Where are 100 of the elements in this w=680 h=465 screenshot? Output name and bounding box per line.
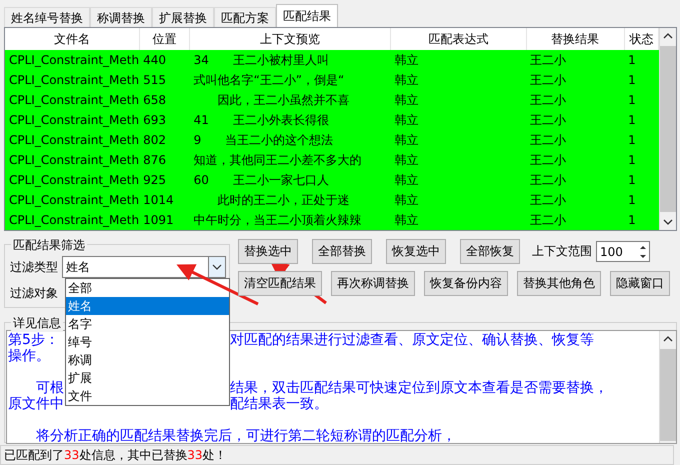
- table-cell: 1: [624, 130, 658, 150]
- filter-type-dropdown[interactable]: 姓名: [62, 256, 226, 278]
- detail-text: 将分析正确的匹配结果替换完后，可进行第二轮短称谓的匹配分析，: [35, 428, 456, 443]
- chevron-up-icon[interactable]: [663, 31, 673, 41]
- dropdown-item[interactable]: 扩展: [66, 369, 229, 387]
- action-button[interactable]: 全部恢复: [460, 239, 520, 264]
- table-cell: 王二小: [526, 50, 624, 70]
- table-cell: 中午时分，当王二小顶着火辣辣: [190, 210, 391, 230]
- chevron-up-icon[interactable]: [663, 334, 673, 344]
- detail-text: 结果，双击匹配结果可快速定位到原文本查看是否需要替换，: [230, 380, 608, 396]
- action-button[interactable]: 替换其他角色: [517, 271, 601, 296]
- table-cell: 1: [624, 170, 658, 190]
- table-cell: 王二小: [526, 110, 624, 130]
- table-cell: CPLI_Constraint_Meth: [5, 210, 140, 230]
- group-title: 详见信息: [11, 315, 63, 332]
- dropdown-item[interactable]: 姓名: [66, 297, 229, 315]
- dropdown-item[interactable]: 称调: [66, 351, 229, 369]
- table-cell: 60 王二小一家七口人: [190, 170, 391, 190]
- chevron-down-icon[interactable]: [663, 217, 673, 227]
- table-cell: 韩立: [390, 170, 526, 190]
- action-button[interactable]: 恢复备份内容: [424, 271, 508, 296]
- table-row[interactable]: CPLI_Constraint_Meth 440 34 王二小被村里人叫 韩立 王二小 1: [5, 50, 658, 70]
- table-row[interactable]: CPLI_Constraint_Meth 925 60 王二小一家七口人 韩立 王二小 1: [5, 170, 658, 190]
- table-cell: 王二小: [526, 210, 624, 230]
- status-bar: 已匹配到了33处信息，其中已替换33处！: [0, 445, 674, 465]
- detail-text: 可根: [35, 380, 64, 396]
- table-row[interactable]: CPLI_Constraint_Meth 1014 此时的王二小，正处于迷 韩立 王二小 1: [5, 190, 658, 210]
- table-row[interactable]: CPLI_Constraint_Meth 693 41 王二小外表长得很 韩立 王二小 1: [5, 110, 658, 130]
- table-cell: 34 王二小被村里人叫: [190, 50, 391, 70]
- table-cell: 41 王二小外表长得很: [190, 110, 391, 130]
- table-cell: 韩立: [390, 150, 526, 170]
- action-button[interactable]: 再次称调替换: [331, 271, 415, 296]
- table-cell: 韩立: [390, 70, 526, 90]
- table-cell: 王二小: [526, 90, 624, 110]
- dropdown-item[interactable]: 文件: [66, 387, 229, 405]
- table-cell: CPLI_Constraint_Meth: [5, 130, 140, 150]
- table-cell: 王二小: [526, 70, 624, 90]
- action-button[interactable]: 替换选中: [238, 239, 298, 264]
- column-header[interactable]: 状态: [624, 28, 658, 50]
- scrollbar[interactable]: [659, 28, 676, 230]
- table-row[interactable]: CPLI_Constraint_Meth 515 式叫他名字“王二小”，倒是“ 韩立 王二小 1: [5, 70, 658, 90]
- scrollbar[interactable]: [659, 331, 676, 443]
- table-cell: 王二小: [526, 170, 624, 190]
- table-cell: 925: [139, 170, 190, 190]
- table-cell: 802: [139, 130, 190, 150]
- field-label: 上下文范围: [532, 243, 592, 260]
- column-header[interactable]: 文件名: [5, 28, 140, 50]
- tab[interactable]: 匹配结果: [276, 4, 338, 27]
- field-label: 过滤对象: [10, 284, 58, 302]
- table-cell: 此时的王二小，正处于迷: [190, 190, 391, 210]
- table-cell: 1: [624, 210, 658, 230]
- table-cell: 1091: [139, 210, 190, 230]
- table-cell: 658: [139, 90, 190, 110]
- table-cell: 1: [624, 190, 658, 210]
- table-cell: CPLI_Constraint_Meth: [5, 150, 140, 170]
- table-cell: 1: [624, 150, 658, 170]
- table-row[interactable]: CPLI_Constraint_Meth 876 知道，其他同王二小差不多大的 韩立 王二小 1: [5, 150, 658, 170]
- dropdown-item[interactable]: 名字: [66, 315, 229, 333]
- detail-text: 对匹配的结果进行过滤查看、原文定位、确认替换、恢复等: [230, 332, 594, 348]
- table-cell: CPLI_Constraint_Meth: [5, 190, 140, 210]
- column-header[interactable]: 替换结果: [526, 28, 624, 50]
- detail-text: 第5步：: [8, 332, 59, 348]
- tab[interactable]: 称调替换: [90, 7, 152, 27]
- table-row[interactable]: CPLI_Constraint_Meth 1091 中午时分，当王二小顶着火辣辣 韩立 王二小 1: [5, 210, 658, 230]
- column-header[interactable]: 匹配表达式: [390, 28, 526, 50]
- table-row[interactable]: CPLI_Constraint_Meth 802 9 当王二小的这个想法 韩立 王二小 1: [5, 130, 658, 150]
- tab[interactable]: 姓名绰号替换: [4, 7, 90, 27]
- tab[interactable]: 匹配方案: [214, 7, 276, 27]
- column-header[interactable]: 位置: [139, 28, 190, 50]
- action-button[interactable]: 清空匹配结果: [238, 271, 322, 296]
- table-cell: 515: [139, 70, 190, 90]
- table-cell: 韩立: [390, 90, 526, 110]
- range-spinbox[interactable]: 100: [596, 241, 650, 262]
- table-cell: CPLI_Constraint_Meth: [5, 70, 140, 90]
- table-cell: CPLI_Constraint_Meth: [5, 90, 140, 110]
- table-cell: 韩立: [390, 130, 526, 150]
- action-button[interactable]: 恢复选中: [386, 239, 446, 264]
- table-row[interactable]: CPLI_Constraint_Meth 658 因此，王二小虽然并不喜 韩立 王二小 1: [5, 90, 658, 110]
- table-cell: 式叫他名字“王二小”，倒是“: [190, 70, 391, 90]
- group-title: 匹配结果筛选: [11, 237, 87, 254]
- table-cell: 440: [139, 50, 190, 70]
- column-header[interactable]: 上下文预览: [190, 28, 391, 50]
- table-cell: 韩立: [390, 210, 526, 230]
- table-cell: 知道，其他同王二小差不多大的: [190, 150, 391, 170]
- table-cell: 王二小: [526, 130, 624, 150]
- dropdown-item[interactable]: 全部: [66, 279, 229, 297]
- table-cell: 王二小: [526, 190, 624, 210]
- dropdown-item[interactable]: 绰号: [66, 333, 229, 351]
- table-cell: 韩立: [390, 110, 526, 130]
- table-cell: 9 当王二小的这个想法: [190, 130, 391, 150]
- action-button[interactable]: 全部替换: [312, 239, 372, 264]
- action-button[interactable]: 隐藏窗口: [610, 271, 670, 296]
- table-cell: 王二小: [526, 150, 624, 170]
- table-cell: CPLI_Constraint_Meth: [5, 110, 140, 130]
- tab[interactable]: 扩展替换: [152, 7, 214, 27]
- table-cell: 因此，王二小虽然并不喜: [190, 90, 391, 110]
- chevron-down-icon: [212, 264, 222, 270]
- annotation-arrow: [270, 261, 327, 304]
- table-cell: 693: [139, 110, 190, 130]
- table-cell: CPLI_Constraint_Meth: [5, 50, 140, 70]
